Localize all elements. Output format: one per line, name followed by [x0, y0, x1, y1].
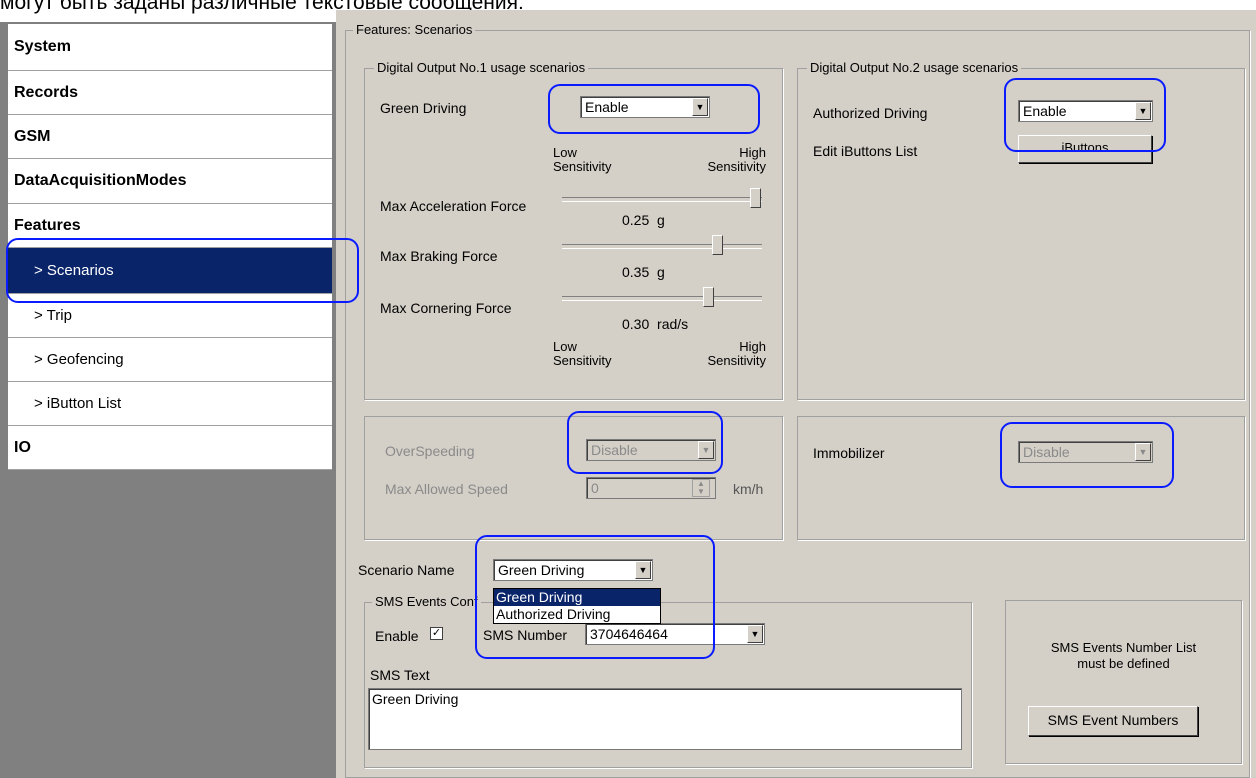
tree-item-gsm[interactable]: GSM — [8, 115, 332, 159]
tree-item-label: > Scenarios — [34, 262, 114, 279]
sms-number-list-note: SMS Events Number List must be defined — [1050, 640, 1197, 671]
max-braking-label: Max Braking Force — [380, 248, 498, 264]
tree-item-scenarios[interactable]: > Scenarios — [8, 248, 332, 294]
sms-text-value: Green Driving — [372, 691, 459, 707]
sms-number-list-group — [1005, 600, 1242, 764]
max-braking-track — [562, 244, 762, 249]
max-allowed-speed-value: 0 — [591, 480, 599, 496]
immobilizer-value: Disable — [1023, 444, 1070, 460]
max-acceleration-label: Max Acceleration Force — [380, 198, 527, 214]
tree-item-system[interactable]: System — [8, 24, 332, 71]
scenario-name-label: Scenario Name — [358, 562, 455, 578]
digital-output-1-legend: Digital Output No.1 usage scenarios — [374, 60, 589, 75]
green-driving-select[interactable]: Enable ▼ — [580, 96, 710, 118]
immobilizer-select[interactable]: Disable ▼ — [1018, 441, 1153, 463]
max-acceleration-track — [562, 197, 762, 202]
scenario-dropdown-list: Green Driving Authorized Driving — [493, 588, 661, 624]
spin-arrows-icon[interactable]: ▲ ▼ — [692, 479, 710, 497]
features-scenarios-title: Features: Scenarios — [353, 22, 476, 37]
overspeeding-select[interactable]: Disable ▼ — [586, 439, 716, 461]
max-braking-value: 0.35 g — [622, 264, 665, 280]
tree-item-label: System — [14, 38, 71, 55]
speed-unit-label: km/h — [733, 481, 764, 497]
tree-item-label: IO — [14, 438, 31, 456]
sms-events-legend: SMS Events Conf — [372, 594, 481, 609]
max-cornering-value: 0.30 rad/s — [622, 316, 689, 332]
ibuttons-button[interactable]: iButtons — [1018, 135, 1152, 163]
tree-item-trip[interactable]: > Trip — [8, 294, 332, 338]
overspeeding-value: Disable — [591, 442, 638, 458]
chevron-down-icon[interactable]: ▼ — [635, 561, 651, 579]
tree-item-label: GSM — [14, 127, 51, 145]
navigation-tree: System Records GSM DataAcquisitionModes … — [0, 22, 336, 778]
immobilizer-label: Immobilizer — [813, 445, 885, 461]
chevron-down-icon[interactable]: ▼ — [692, 98, 708, 116]
dropdown-option-green-driving[interactable]: Green Driving — [494, 589, 660, 606]
green-driving-value: Enable — [585, 99, 629, 115]
tree-item-io[interactable]: IO — [8, 426, 332, 470]
sms-number-value: 3704646464 — [590, 626, 668, 642]
sms-text-area[interactable]: Green Driving — [368, 688, 962, 750]
tree-item-label: > iButton List — [34, 395, 122, 412]
sms-enable-checkbox[interactable]: ✓ — [430, 627, 443, 640]
chevron-down-icon[interactable]: ▼ — [1135, 443, 1151, 461]
green-driving-label: Green Driving — [380, 100, 467, 116]
max-acceleration-value: 0.25 g — [622, 212, 665, 228]
digital-output-2-legend: Digital Output No.2 usage scenarios — [807, 60, 1022, 75]
dropdown-option-authorized-driving[interactable]: Authorized Driving — [494, 606, 660, 623]
sms-event-numbers-button[interactable]: SMS Event Numbers — [1028, 706, 1198, 736]
sms-number-label: SMS Number — [483, 627, 568, 643]
authorized-driving-value: Enable — [1023, 103, 1067, 119]
max-cornering-track — [562, 296, 762, 301]
scenario-name-select[interactable]: Green Driving ▼ — [493, 559, 653, 581]
tree-item-ibutton-list[interactable]: > iButton List — [8, 382, 332, 426]
max-cornering-label: Max Cornering Force — [380, 300, 512, 316]
tree-item-geofencing[interactable]: > Geofencing — [8, 338, 332, 382]
edit-ibuttons-label: Edit iButtons List — [813, 143, 918, 159]
checkmark-icon: ✓ — [431, 627, 442, 639]
sms-text-label: SMS Text — [370, 667, 430, 683]
tree-item-data-acquisition-modes[interactable]: DataAcquisitionModes — [8, 159, 332, 204]
max-allowed-speed-label: Max Allowed Speed — [385, 481, 508, 497]
max-acceleration-slider[interactable] — [750, 188, 761, 208]
tree-item-label: DataAcquisitionModes — [14, 172, 187, 189]
low-sensitivity-bottom-label: Low Sensitivity — [553, 339, 612, 368]
tree-item-label: > Trip — [34, 307, 72, 324]
tree-item-features[interactable]: Features — [8, 204, 332, 248]
immobilizer-group — [797, 416, 1245, 540]
max-cornering-slider[interactable] — [703, 287, 714, 307]
scenario-name-value: Green Driving — [498, 562, 585, 578]
tree-item-label: > Geofencing — [34, 351, 124, 368]
chevron-down-icon[interactable]: ▼ — [698, 441, 714, 459]
tree-item-label: Records — [14, 83, 79, 101]
overspeeding-group — [364, 416, 783, 540]
authorized-driving-select[interactable]: Enable ▼ — [1018, 100, 1153, 122]
chevron-down-icon[interactable]: ▼ — [1135, 102, 1151, 120]
sms-enable-label: Enable — [375, 628, 419, 644]
tree-item-label: Features — [14, 216, 81, 234]
authorized-driving-label: Authorized Driving — [813, 105, 928, 121]
overspeeding-label: OverSpeeding — [385, 443, 475, 459]
high-sensitivity-top-label: High Sensitivity — [707, 145, 766, 174]
sms-number-select[interactable]: 3704646464 ▼ — [585, 623, 765, 645]
chevron-down-icon[interactable]: ▼ — [747, 625, 763, 643]
low-sensitivity-top-label: Low Sensitivity — [553, 145, 612, 174]
high-sensitivity-bottom-label: High Sensitivity — [707, 339, 766, 368]
max-braking-slider[interactable] — [712, 235, 724, 255]
tree-item-records[interactable]: Records — [8, 71, 332, 115]
